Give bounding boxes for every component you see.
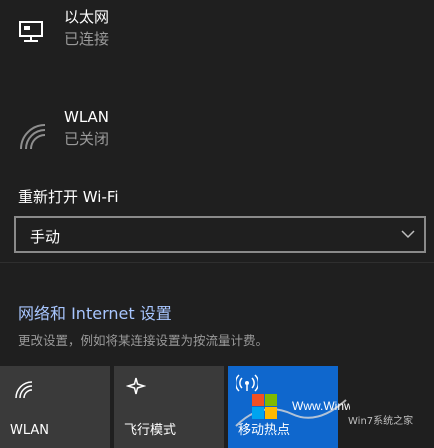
network-name: WLAN xyxy=(64,108,110,126)
wifi-reopen-dropdown[interactable]: 手动 xyxy=(14,216,426,253)
ethernet-icon xyxy=(19,21,43,42)
wifi-icon xyxy=(15,381,33,399)
chevron-down-icon xyxy=(401,230,415,239)
divider xyxy=(0,262,434,263)
network-status: 已连接 xyxy=(64,30,110,48)
tile-label: 飞行模式 xyxy=(124,423,177,438)
dropdown-value: 手动 xyxy=(30,228,61,246)
wifi-off-icon xyxy=(20,124,46,150)
network-settings-link[interactable]: 网络和 Internet 设置 xyxy=(18,300,172,324)
network-item-ethernet[interactable]: 以太网 已连接 xyxy=(0,0,434,62)
wifi-reopen-label: 重新打开 Wi-Fi xyxy=(18,188,119,206)
quick-action-airplane-mode[interactable]: 飞行模式 xyxy=(114,366,224,448)
watermark-logo: Www.Winwin7.com xyxy=(235,394,350,427)
quick-action-wlan[interactable]: WLAN xyxy=(0,366,110,448)
tile-label: WLAN xyxy=(10,423,50,438)
airplane-icon xyxy=(126,377,146,395)
network-item-wlan[interactable]: WLAN 已关闭 xyxy=(0,100,434,160)
network-settings-description: 更改设置，例如将某连接设置为按流量计费。 xyxy=(18,333,269,348)
watermark-url: Www.Winwin7.com xyxy=(292,399,350,413)
watermark-text: Win7系统之家 xyxy=(348,416,414,427)
network-name: 以太网 xyxy=(64,8,110,26)
network-status: 已关闭 xyxy=(64,130,110,148)
